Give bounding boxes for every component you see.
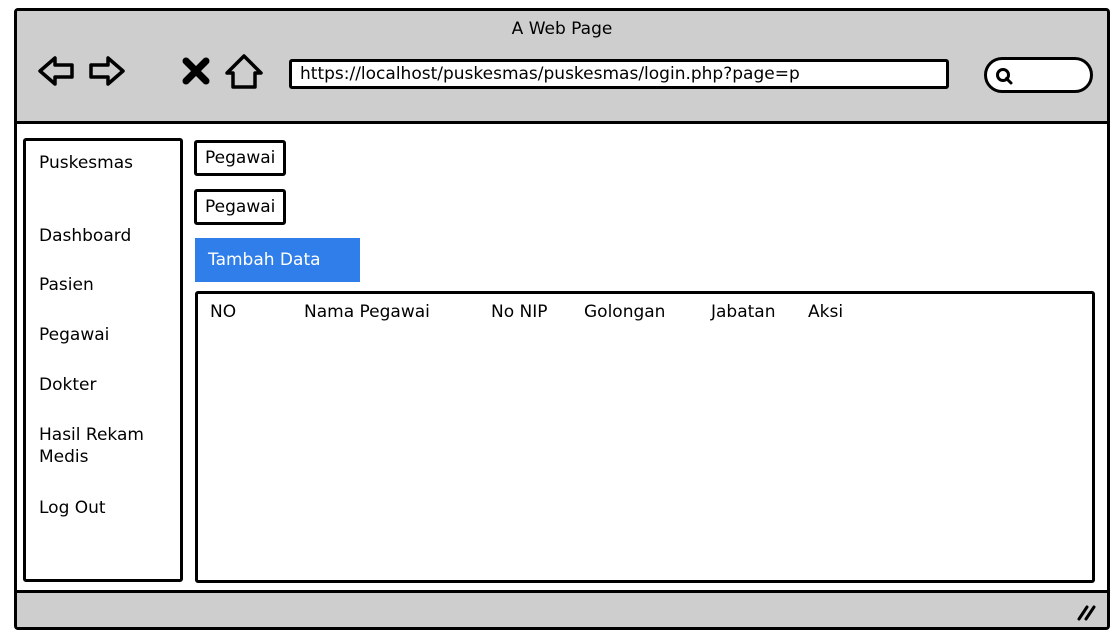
sidebar-item-dokter[interactable]: Dokter — [39, 374, 96, 396]
browser-window: A Web Page https://localhost/puskesmas/p… — [14, 8, 1110, 630]
back-arrow-icon — [38, 56, 74, 86]
forward-button[interactable] — [86, 51, 126, 91]
column-header-aksi: Aksi — [808, 302, 844, 322]
sidebar-item-puskesmas[interactable]: Puskesmas — [39, 152, 133, 174]
sidebar: Puskesmas Dashboard Pasien Pegawai Dokte… — [23, 138, 183, 582]
search-icon — [996, 68, 1013, 85]
status-bar — [17, 590, 1107, 627]
resize-grip-icon[interactable] — [1075, 603, 1097, 621]
address-bar[interactable]: https://localhost/puskesmas/puskesmas/lo… — [289, 59, 949, 89]
column-header-jabatan: Jabatan — [711, 302, 776, 322]
page-title: Pegawai — [194, 140, 287, 176]
tambah-data-button[interactable]: Tambah Data — [195, 238, 360, 282]
data-table: NO Nama Pegawai No NIP Golongan Jabatan … — [195, 291, 1095, 583]
forward-arrow-icon — [89, 56, 125, 86]
sidebar-item-dashboard[interactable]: Dashboard — [39, 225, 131, 247]
column-header-nama-pegawai: Nama Pegawai — [304, 302, 430, 322]
home-icon — [225, 54, 263, 89]
section-title: Pegawai — [194, 189, 287, 225]
sidebar-item-log-out[interactable]: Log Out — [39, 497, 106, 519]
close-icon — [182, 57, 210, 85]
sidebar-item-hasil-rekam-medis[interactable]: Hasil Rekam Medis — [39, 424, 144, 468]
back-button[interactable] — [37, 51, 77, 91]
search-field[interactable] — [984, 57, 1093, 93]
column-header-no: NO — [210, 302, 237, 322]
column-header-no-nip: No NIP — [491, 302, 548, 322]
sidebar-item-pegawai[interactable]: Pegawai — [39, 324, 109, 346]
column-header-golongan: Golongan — [584, 302, 666, 322]
sidebar-item-pasien[interactable]: Pasien — [39, 274, 94, 296]
stop-button[interactable] — [177, 51, 217, 91]
home-button[interactable] — [224, 51, 264, 91]
browser-toolbar: A Web Page https://localhost/puskesmas/p… — [17, 11, 1107, 124]
window-title: A Web Page — [511, 19, 613, 39]
